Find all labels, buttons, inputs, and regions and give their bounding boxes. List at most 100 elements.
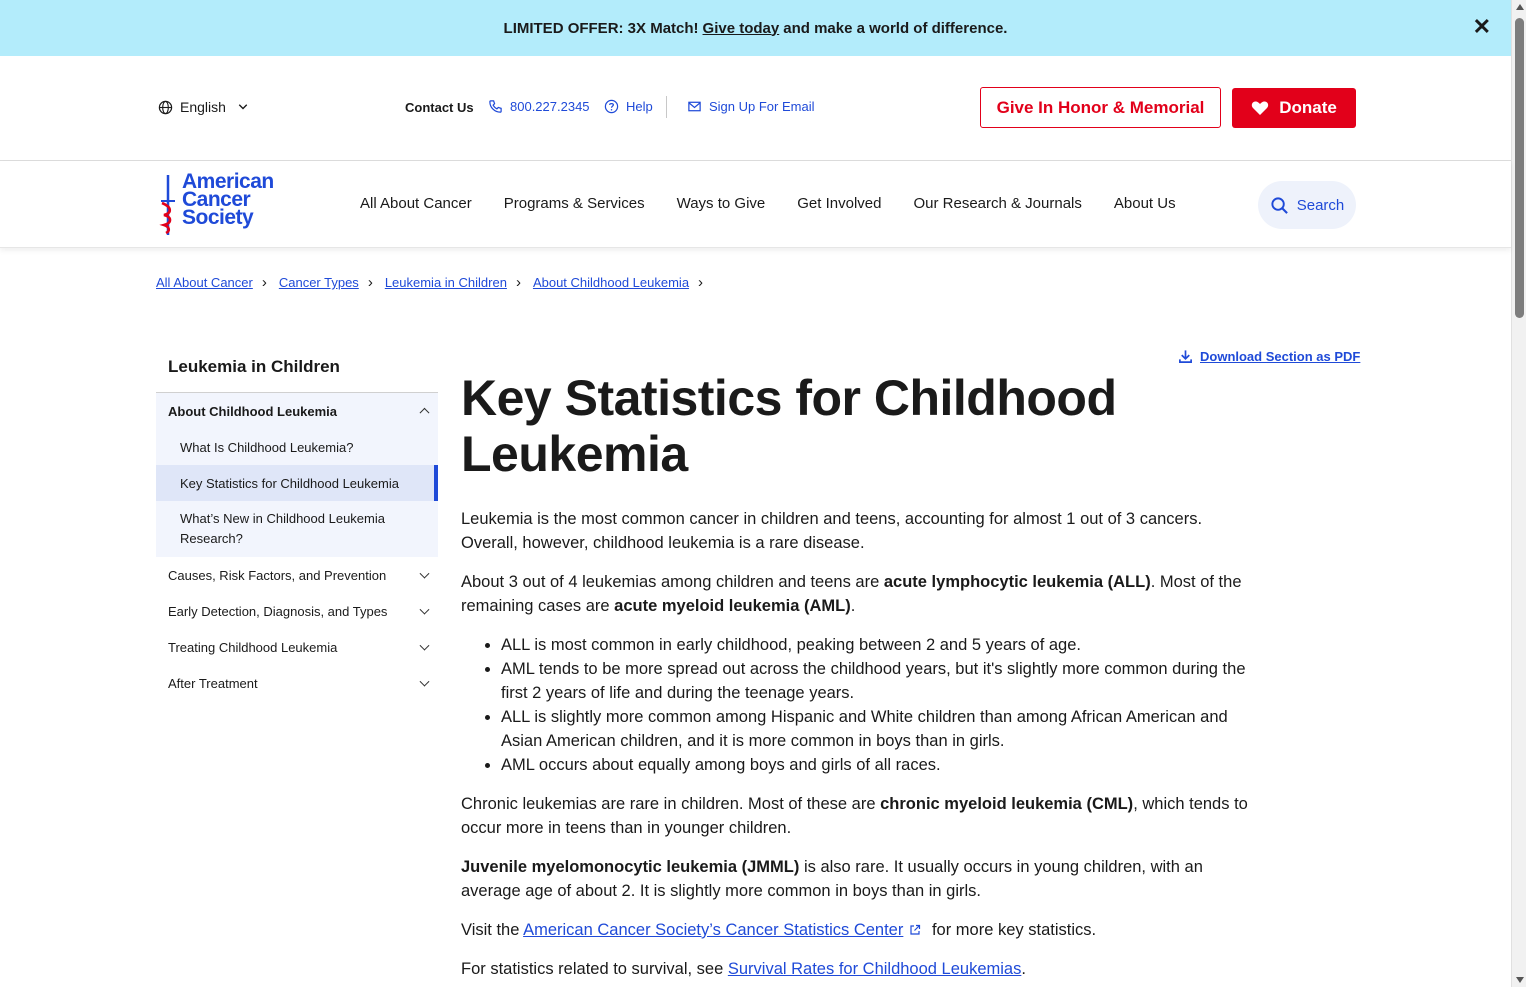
chevron-down-icon: [238, 104, 248, 110]
list-item: ALL is most common in early childhood, p…: [501, 633, 1256, 657]
chevron-down-icon: [419, 568, 430, 579]
chevron-right-icon: ›: [698, 274, 704, 291]
bold-term: acute lymphocytic leukemia (ALL): [883, 573, 1151, 591]
email-signup-label: Sign Up For Email: [709, 99, 815, 114]
sword-logo-icon: [159, 175, 175, 235]
text: Visit the: [461, 921, 520, 939]
statistics-list: ALL is most common in early childhood, p…: [501, 633, 1256, 777]
sidebar-group-label: About Childhood Leukemia: [168, 403, 337, 419]
paragraph-jmml: Juvenile myelomonocytic leukemia (JMML) …: [461, 855, 1256, 903]
donate-button[interactable]: Donate: [1232, 88, 1356, 128]
utility-bar: English Contact Us 800.227.2345 Help Sig…: [0, 56, 1511, 161]
contact-us-link[interactable]: Contact Us: [405, 100, 474, 115]
nav-item-ways-to-give[interactable]: Ways to Give: [661, 195, 782, 212]
statistics-center-link[interactable]: American Cancer Society’s Cancer Statist…: [523, 921, 903, 939]
email-signup-link[interactable]: Sign Up For Email: [687, 99, 814, 114]
paragraph-chronic: Chronic leukemias are rare in children. …: [461, 792, 1256, 840]
text: for more key statistics.: [931, 921, 1097, 939]
promo-give-link[interactable]: Give today: [703, 20, 780, 37]
logo-line3: Society: [182, 206, 254, 229]
search-label: Search: [1296, 196, 1345, 214]
download-icon: [1179, 350, 1192, 363]
language-selector[interactable]: English: [158, 99, 249, 115]
heart-icon: [1252, 101, 1269, 115]
chevron-right-icon: ›: [515, 274, 521, 291]
close-icon[interactable]: ✕: [1473, 16, 1491, 38]
chevron-right-icon: ›: [261, 274, 267, 291]
globe-icon: [158, 100, 173, 114]
phone-icon: [489, 100, 502, 113]
help-label: Help: [626, 99, 653, 114]
scrollbar-thumb[interactable]: [1515, 18, 1524, 318]
sidebar-item-after-treatment[interactable]: After Treatment: [156, 665, 438, 701]
text: For statistics related to survival, see: [461, 960, 724, 978]
nav-item-about-us[interactable]: About Us: [1098, 195, 1192, 212]
help-link[interactable]: Help: [604, 99, 653, 114]
sidebar-group-toggle[interactable]: About Childhood Leukemia: [156, 393, 438, 429]
give-in-honor-button[interactable]: Give In Honor & Memorial: [980, 87, 1221, 128]
chevron-down-icon: [419, 640, 430, 651]
sidebar-section-label: Causes, Risk Factors, and Prevention: [168, 567, 387, 583]
sidebar-item-causes[interactable]: Causes, Risk Factors, and Prevention: [156, 557, 438, 593]
nav-item-research-journals[interactable]: Our Research & Journals: [897, 195, 1097, 212]
chevron-down-icon: [419, 676, 430, 687]
search-icon: [1271, 196, 1288, 214]
acs-logo[interactable]: American Cancer Society: [158, 171, 274, 237]
list-item: ALL is slightly more common among Hispan…: [501, 705, 1256, 753]
help-icon: [604, 99, 619, 114]
paragraph-types: About 3 out of 4 leukemias among childre…: [461, 570, 1256, 618]
sidebar-item-early-detection[interactable]: Early Detection, Diagnosis, and Types: [156, 593, 438, 629]
text: .: [850, 597, 856, 615]
list-item: AML occurs about equally among boys and …: [501, 753, 1256, 777]
promo-banner: LIMITED OFFER: 3X Match! Give today and …: [0, 0, 1511, 56]
breadcrumb-item[interactable]: All About Cancer: [156, 275, 253, 290]
sidebar-item-treating[interactable]: Treating Childhood Leukemia: [156, 629, 438, 665]
breadcrumb-item[interactable]: Cancer Types: [279, 275, 359, 290]
breadcrumb-item[interactable]: About Childhood Leukemia: [533, 275, 689, 290]
sidebar-item-key-statistics[interactable]: Key Statistics for Childhood Leukemia: [156, 465, 438, 501]
page-scrollbar[interactable]: [1511, 0, 1526, 987]
phone-number: 800.227.2345: [510, 99, 590, 114]
download-pdf-label: Download Section as PDF: [1200, 349, 1361, 364]
bold-term: chronic myeloid leukemia (CML): [880, 795, 1134, 813]
nav-item-programs-services[interactable]: Programs & Services: [488, 195, 661, 212]
survival-rates-link[interactable]: Survival Rates for Childhood Leukemias: [728, 960, 1021, 978]
paragraph-intro: Leukemia is the most common cancer in ch…: [461, 510, 1203, 552]
paragraph-survival: For statistics related to survival, see …: [461, 957, 1256, 981]
language-label: English: [180, 99, 226, 115]
envelope-icon: [688, 101, 701, 112]
nav-menu: All About Cancer Programs & Services Way…: [344, 195, 1192, 212]
sidebar-item-what-is[interactable]: What Is Childhood Leukemia?: [156, 429, 438, 465]
phone-link[interactable]: 800.227.2345: [488, 99, 590, 114]
search-button[interactable]: Search: [1258, 181, 1356, 229]
list-item: AML tends to be more spread out across t…: [501, 657, 1256, 705]
scroll-up-icon[interactable]: [1516, 4, 1524, 10]
external-link-icon: [910, 924, 921, 935]
breadcrumb-item[interactable]: Leukemia in Children: [385, 275, 507, 290]
nav-item-get-involved[interactable]: Get Involved: [781, 195, 897, 212]
donate-label: Donate: [1279, 98, 1337, 117]
sidebar-section-label: After Treatment: [168, 675, 258, 691]
promo-suffix: and make a world of difference.: [783, 19, 1008, 37]
article-body: Leukemia is the most common cancer in ch…: [461, 507, 1256, 987]
sidebar-group-about: About Childhood Leukemia What Is Childho…: [156, 393, 438, 557]
bold-term: acute myeloid leukemia (AML): [614, 597, 851, 615]
chevron-up-icon: [419, 407, 430, 418]
text: .: [1021, 960, 1026, 978]
logo-text: American Cancer Society: [182, 171, 274, 229]
chevron-right-icon: ›: [367, 274, 373, 291]
sidebar-item-whats-new[interactable]: What’s New in Childhood Leukemia Researc…: [156, 501, 438, 557]
page-title: Key Statistics for Childhood Leukemia: [461, 370, 1117, 482]
sidebar-title: Leukemia in Children: [168, 357, 340, 376]
breadcrumb: All About Cancer › Cancer Types › Leukemia…: [156, 274, 715, 291]
sidebar-section-label: Early Detection, Diagnosis, and Types: [168, 603, 388, 619]
promo-prefix: LIMITED OFFER: 3X Match!: [503, 19, 699, 37]
nav-item-all-about-cancer[interactable]: All About Cancer: [344, 195, 488, 212]
text: About 3 out of 4 leukemias among childre…: [461, 573, 880, 591]
bold-term: Juvenile myelomonocytic leukemia (JMML): [461, 858, 800, 876]
download-pdf-link[interactable]: Download Section as PDF: [1178, 349, 1360, 364]
scroll-down-icon[interactable]: [1516, 977, 1524, 983]
text: Chronic leukemias are rare in children. …: [461, 795, 876, 813]
chevron-down-icon: [419, 604, 430, 615]
utility-divider: [666, 96, 667, 118]
